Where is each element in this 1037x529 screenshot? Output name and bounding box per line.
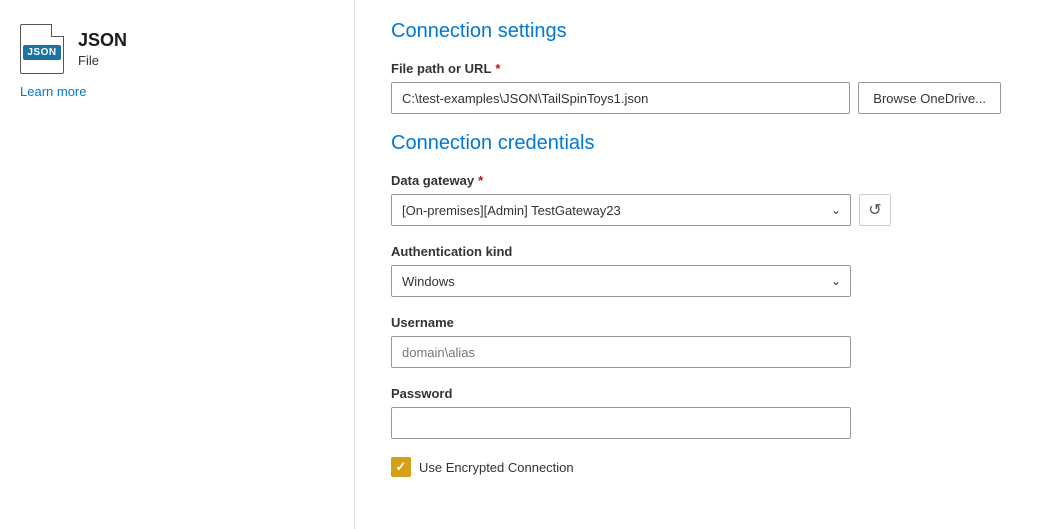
- connector-title-group: JSON File: [78, 30, 127, 68]
- password-label: Password: [391, 386, 1001, 401]
- checkmark-icon: ✓: [396, 459, 407, 475]
- file-path-group: File path or URL * Browse OneDrive...: [391, 61, 1001, 114]
- data-gateway-row: [On-premises][Admin] TestGateway23 ⌄ ↺: [391, 194, 1001, 226]
- json-file-icon: JSON: [20, 24, 64, 74]
- use-encrypted-label: Use Encrypted Connection: [419, 460, 574, 475]
- connector-name: JSON: [78, 30, 127, 51]
- data-gateway-label: Data gateway *: [391, 173, 1001, 188]
- learn-more-link[interactable]: Learn more: [20, 84, 86, 99]
- json-icon-label: JSON: [23, 45, 60, 60]
- username-group: Username: [391, 315, 1001, 368]
- encrypted-connection-row: ✓ Use Encrypted Connection: [391, 457, 1001, 477]
- left-panel: JSON JSON File Learn more: [0, 0, 355, 529]
- browse-onedrive-button[interactable]: Browse OneDrive...: [858, 82, 1001, 114]
- use-encrypted-checkbox[interactable]: ✓: [391, 457, 411, 477]
- file-path-input[interactable]: [391, 82, 850, 114]
- password-input[interactable]: [391, 407, 851, 439]
- connector-header: JSON JSON File: [20, 24, 334, 74]
- auth-kind-label: Authentication kind: [391, 244, 1001, 259]
- file-path-required: *: [495, 61, 500, 76]
- file-path-row: Browse OneDrive...: [391, 82, 1001, 114]
- connector-type: File: [78, 53, 127, 68]
- right-panel: Connection settings File path or URL * B…: [355, 0, 1037, 529]
- data-gateway-select-wrapper: [On-premises][Admin] TestGateway23 ⌄: [391, 194, 851, 226]
- password-group: Password: [391, 386, 1001, 439]
- data-gateway-required: *: [478, 173, 483, 188]
- auth-kind-group: Authentication kind Windows ⌄: [391, 244, 1001, 297]
- auth-kind-select-wrapper: Windows ⌄: [391, 265, 851, 297]
- username-label: Username: [391, 315, 1001, 330]
- refresh-gateway-button[interactable]: ↺: [859, 194, 891, 226]
- connection-credentials-title: Connection credentials: [391, 132, 1001, 155]
- connection-settings-title: Connection settings: [391, 20, 1001, 43]
- data-gateway-group: Data gateway * [On-premises][Admin] Test…: [391, 173, 1001, 226]
- auth-kind-select[interactable]: Windows: [391, 265, 851, 297]
- username-input[interactable]: [391, 336, 851, 368]
- file-path-label: File path or URL *: [391, 61, 1001, 76]
- connection-credentials-section: Connection credentials Data gateway * [O…: [391, 132, 1001, 477]
- data-gateway-select[interactable]: [On-premises][Admin] TestGateway23: [391, 194, 851, 226]
